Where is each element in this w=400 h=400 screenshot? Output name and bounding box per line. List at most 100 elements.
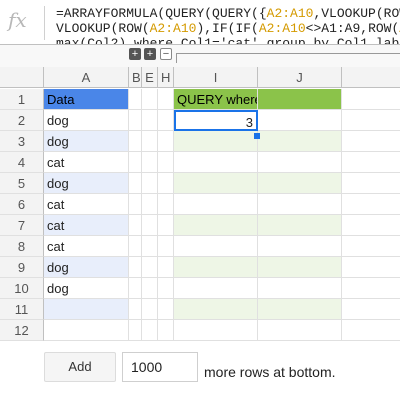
cell-next[interactable] — [342, 320, 400, 341]
row-header[interactable]: 2 — [0, 110, 44, 131]
cell-i[interactable] — [174, 299, 258, 320]
cell-b[interactable] — [129, 152, 142, 173]
cell-a[interactable] — [44, 320, 129, 341]
cell-a[interactable]: dog — [44, 110, 129, 131]
column-header-i[interactable]: I — [174, 67, 258, 88]
column-header-j[interactable]: J — [258, 67, 342, 88]
cell-e[interactable] — [142, 194, 158, 215]
cell-j[interactable] — [258, 89, 342, 110]
formula-bar[interactable]: fx =ARRAYFORMULA(QUERY(QUERY({A2:A10,VLO… — [0, 0, 400, 45]
cell-j[interactable] — [258, 278, 342, 299]
cell-b[interactable] — [129, 215, 142, 236]
expand-group-b-button[interactable]: + — [129, 48, 141, 60]
cell-next[interactable] — [342, 152, 400, 173]
cell-h[interactable] — [158, 194, 174, 215]
cell-h[interactable] — [158, 110, 174, 131]
cell-next[interactable] — [342, 257, 400, 278]
selected-cell-i2[interactable]: 3 — [174, 110, 258, 131]
rows-count-input[interactable] — [122, 352, 198, 382]
cell-h[interactable] — [158, 236, 174, 257]
cell-a[interactable]: dog — [44, 131, 129, 152]
column-header-e[interactable]: E — [142, 67, 158, 88]
cell-a[interactable]: dog — [44, 278, 129, 299]
column-header-h[interactable]: H — [158, 67, 174, 88]
collapse-group-button[interactable]: − — [160, 48, 172, 60]
cell-b[interactable] — [129, 173, 142, 194]
row-header[interactable]: 9 — [0, 257, 44, 278]
cell-next[interactable] — [342, 236, 400, 257]
cell-e[interactable] — [142, 278, 158, 299]
cell-e[interactable] — [142, 257, 158, 278]
cell-e[interactable] — [142, 320, 158, 341]
cell-next[interactable] — [342, 173, 400, 194]
cell-h[interactable] — [158, 215, 174, 236]
cell-next[interactable] — [342, 278, 400, 299]
row-header[interactable]: 7 — [0, 215, 44, 236]
cell-b[interactable] — [129, 131, 142, 152]
expand-group-e-button[interactable]: + — [144, 48, 156, 60]
cell-h[interactable] — [158, 299, 174, 320]
cell-i[interactable]: QUERY where 'cat' — [174, 89, 258, 110]
cell-next[interactable] — [342, 131, 400, 152]
cell-i[interactable] — [174, 152, 258, 173]
formula-line-2[interactable]: VLOOKUP(ROW(A2:A10),IF(IF(A2:A10<>A1:A9,… — [56, 21, 400, 36]
cell-e[interactable] — [142, 152, 158, 173]
cell-e[interactable] — [142, 299, 158, 320]
cell-next[interactable] — [342, 89, 400, 110]
cell-j[interactable] — [258, 320, 342, 341]
cell-b[interactable] — [129, 299, 142, 320]
row-header[interactable]: 12 — [0, 320, 44, 341]
cell-j[interactable] — [258, 131, 342, 152]
cell-j[interactable] — [258, 152, 342, 173]
add-rows-button[interactable]: Add — [44, 352, 116, 382]
cell-h[interactable] — [158, 152, 174, 173]
cell-e[interactable] — [142, 236, 158, 257]
cell-h[interactable] — [158, 320, 174, 341]
cell-h[interactable] — [158, 131, 174, 152]
cell-e[interactable] — [142, 110, 158, 131]
cell-i[interactable] — [174, 320, 258, 341]
row-header[interactable]: 6 — [0, 194, 44, 215]
cell-a[interactable]: cat — [44, 215, 129, 236]
cell-j[interactable] — [258, 299, 342, 320]
cell-i[interactable] — [174, 173, 258, 194]
cell-b[interactable] — [129, 278, 142, 299]
cell-next[interactable] — [342, 299, 400, 320]
cell-h[interactable] — [158, 278, 174, 299]
cell-e[interactable] — [142, 131, 158, 152]
row-header[interactable]: 4 — [0, 152, 44, 173]
cell-i[interactable] — [174, 278, 258, 299]
cell-a[interactable]: cat — [44, 194, 129, 215]
cell-b[interactable] — [129, 236, 142, 257]
column-header-a[interactable]: A — [44, 67, 129, 88]
row-header[interactable]: 3 — [0, 131, 44, 152]
cell-b[interactable] — [129, 320, 142, 341]
column-header-b[interactable]: B — [129, 67, 142, 88]
cell-h[interactable] — [158, 257, 174, 278]
cell-j[interactable] — [258, 257, 342, 278]
cell-i[interactable] — [174, 257, 258, 278]
formula-line-1[interactable]: =ARRAYFORMULA(QUERY(QUERY({A2:A10,VLOOKU… — [56, 6, 400, 21]
cell-h[interactable] — [158, 89, 174, 110]
cell-b[interactable] — [129, 110, 142, 131]
cell-h[interactable] — [158, 173, 174, 194]
cell-b[interactable] — [129, 89, 142, 110]
row-header[interactable]: 5 — [0, 173, 44, 194]
cell-i[interactable] — [174, 215, 258, 236]
cell-a[interactable]: cat — [44, 236, 129, 257]
cell-a[interactable] — [44, 299, 129, 320]
cell-a[interactable]: dog — [44, 173, 129, 194]
formula-line-3[interactable]: max(Col2) where Col1='cat' group by Col1… — [56, 36, 400, 44]
cell-i[interactable] — [174, 236, 258, 257]
cell-next[interactable] — [342, 110, 400, 131]
cell-i[interactable] — [174, 131, 258, 152]
column-header-next[interactable] — [342, 67, 400, 88]
row-header[interactable]: 10 — [0, 278, 44, 299]
row-header[interactable]: 8 — [0, 236, 44, 257]
cell-i[interactable] — [174, 194, 258, 215]
row-header[interactable]: 1 — [0, 89, 44, 110]
cell-j[interactable] — [258, 110, 342, 131]
cell-e[interactable] — [142, 173, 158, 194]
cell-a[interactable]: cat — [44, 152, 129, 173]
row-header[interactable]: 11 — [0, 299, 44, 320]
